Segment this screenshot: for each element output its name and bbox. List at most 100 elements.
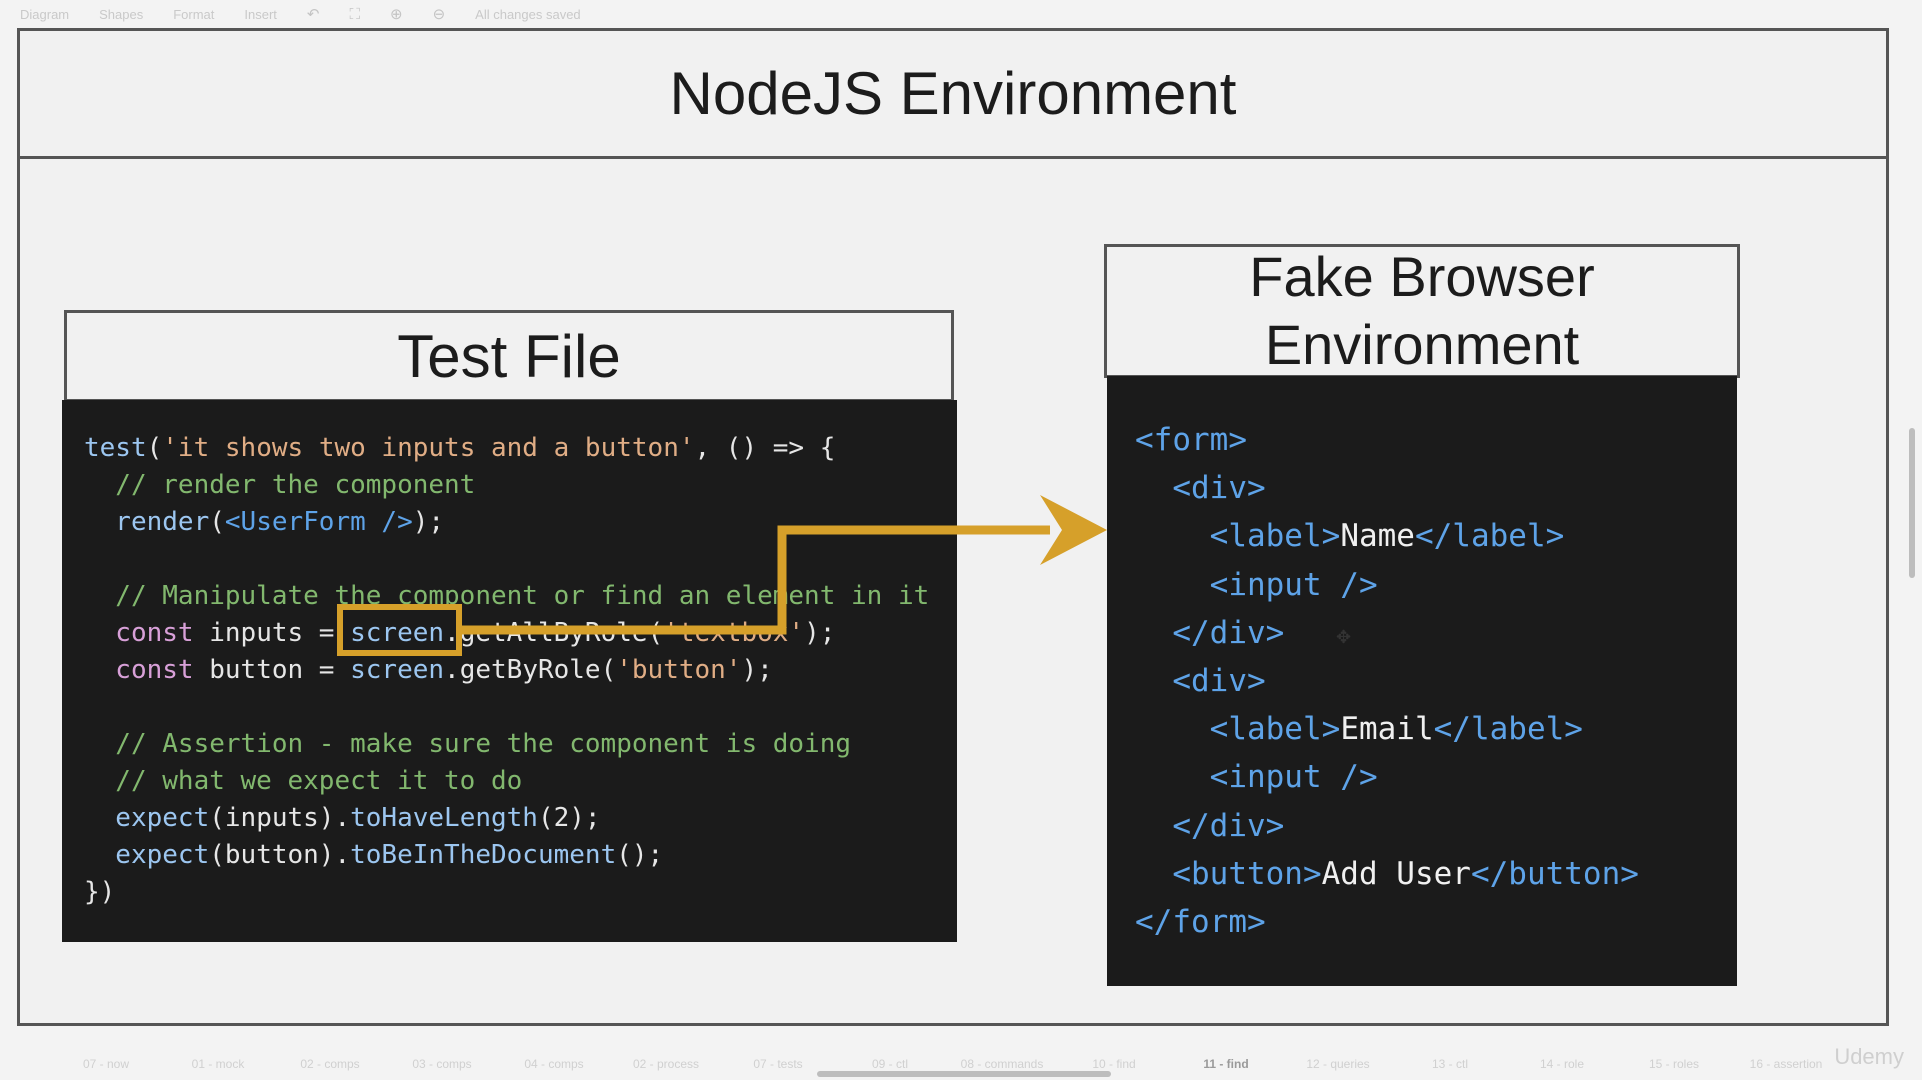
test_file-code-line: test('it shows two inputs and a button',…	[84, 430, 957, 467]
code-token: // what we expect it to do	[84, 766, 523, 796]
fake_browser-code-line: <label>Name</label>	[1135, 512, 1737, 560]
fake-browser-title-line1: Fake Browser	[1249, 245, 1595, 308]
fake-browser-title-box: Fake Browser Environment	[1104, 244, 1740, 378]
page-tab[interactable]: 01 - mock	[162, 1057, 274, 1071]
fake-browser-code-block: <form> <div> <label>Name</label> <input …	[1107, 376, 1737, 986]
code-token: toHaveLength	[350, 803, 538, 833]
code-token: </div>	[1135, 614, 1285, 651]
page-tab[interactable]: 09 - ctl	[834, 1057, 946, 1071]
page-tab[interactable]: 08 - commands	[946, 1057, 1058, 1071]
nodejs-environment-header: NodeJS Environment	[20, 31, 1886, 159]
code-token: 'it shows two inputs and a button'	[162, 433, 695, 463]
code-token: Name	[1340, 518, 1415, 555]
test-file-title: Test File	[397, 322, 621, 390]
code-token: inputs =	[193, 618, 351, 648]
fake_browser-code-line: <button>Add User</button>	[1135, 850, 1737, 898]
code-token: // Assertion - make sure the component i…	[84, 729, 852, 759]
code-token: })	[84, 877, 116, 907]
test_file-code-line: expect(inputs).toHaveLength(2);	[84, 800, 957, 837]
code-token: test	[84, 433, 147, 463]
test_file-code-line	[84, 541, 957, 578]
code-token: (	[209, 507, 225, 537]
horizontal-scrollbar[interactable]	[817, 1071, 1111, 1077]
code-token: <button>	[1135, 855, 1322, 892]
code-token: (button).	[209, 840, 351, 870]
code-token: Add User	[1321, 855, 1471, 892]
code-token: </button>	[1470, 855, 1639, 892]
test_file-code-line: // Manipulate the component or find an e…	[84, 578, 957, 615]
code-token: <UserForm />	[224, 507, 413, 537]
page-tab[interactable]: 02 - comps	[274, 1057, 386, 1071]
code-token: (	[146, 433, 163, 463]
test_file-code-line	[84, 689, 957, 726]
code-token: <div>	[1135, 663, 1266, 700]
page-tab[interactable]: 15 - roles	[1618, 1057, 1730, 1071]
fake_browser-code-line: <input />	[1135, 753, 1737, 801]
code-token: ();	[616, 840, 664, 870]
fake_browser-code-line: <form>	[1135, 416, 1737, 464]
toolbar-diagram-menu[interactable]: Diagram	[20, 7, 69, 22]
code-token: <input />	[1135, 759, 1378, 796]
code-token: <label>	[1135, 711, 1341, 748]
fake_browser-code-line: <div>	[1135, 657, 1737, 705]
test_file-code-line: render(<UserForm />);	[84, 504, 957, 541]
page-tab[interactable]: 16 - assertion	[1730, 1057, 1842, 1071]
fake_browser-code-line: <input />	[1135, 561, 1737, 609]
code-token: render	[84, 507, 210, 537]
fullscreen-icon[interactable]: ⛶	[349, 6, 360, 23]
page-tab[interactable]: 10 - find	[1058, 1057, 1170, 1071]
page-tab[interactable]: 02 - process	[610, 1057, 722, 1071]
code-token: <div>	[1135, 470, 1266, 507]
fake_browser-code-line: </form>	[1135, 898, 1737, 946]
fake-browser-title-line2: Environment	[1264, 313, 1580, 376]
udemy-watermark: Udemy	[1834, 1044, 1904, 1069]
page-tab[interactable]: 07 - now	[50, 1057, 162, 1071]
page-title: NodeJS Environment	[669, 60, 1237, 127]
toolbar-format-menu[interactable]: Format	[173, 7, 214, 22]
undo-icon[interactable]: ↶	[307, 5, 320, 23]
page-tab[interactable]: 04 - comps	[498, 1057, 610, 1071]
code-token: 'textbox'	[663, 618, 805, 648]
code-token: expect	[84, 803, 210, 833]
test_file-code-line: const inputs = screen.getAllByRole('text…	[84, 615, 957, 652]
code-token: const	[84, 655, 194, 685]
test-file-title-box: Test File	[64, 310, 954, 402]
zoom-out-icon[interactable]: ⊖	[433, 5, 446, 23]
code-token: , () => {	[694, 433, 836, 463]
page-tab[interactable]: 07 - tests	[722, 1057, 834, 1071]
test_file-code-line: expect(button).toBeInTheDocument();	[84, 837, 957, 874]
toolbar-shapes-menu[interactable]: Shapes	[99, 7, 143, 22]
fake_browser-code-line: <div>	[1135, 464, 1737, 512]
page-tab[interactable]: 13 - ctl	[1394, 1057, 1506, 1071]
code-token: .getByRole(	[444, 655, 617, 685]
test_file-code-line: // what we expect it to do	[84, 763, 957, 800]
code-token: <form>	[1135, 422, 1247, 458]
code-token: // render the component	[84, 470, 476, 500]
vertical-scrollbar[interactable]	[1909, 428, 1915, 578]
code-token: );	[741, 655, 773, 685]
code-token: </div>	[1135, 807, 1285, 844]
code-token: const	[84, 618, 194, 648]
test_file-code-line: // Assertion - make sure the component i…	[84, 726, 957, 763]
code-token: </label>	[1433, 711, 1583, 748]
test_file-code-line: const button = screen.getByRole('button'…	[84, 652, 957, 689]
zoom-in-icon[interactable]: ⊕	[390, 5, 403, 23]
code-token: .getAllByRole(	[444, 618, 664, 648]
page-tab[interactable]: 12 - queries	[1282, 1057, 1394, 1071]
code-token: <input />	[1135, 566, 1378, 603]
test_file-code-line: // render the component	[84, 467, 957, 504]
code-token: // Manipulate the component or find an e…	[84, 581, 930, 611]
test-file-code-block: test('it shows two inputs and a button',…	[62, 400, 957, 942]
screen-highlight-box	[337, 604, 462, 656]
code-token: </label>	[1414, 518, 1565, 555]
toolbar-insert-menu[interactable]: Insert	[244, 7, 277, 22]
page-tab[interactable]: 14 - role	[1506, 1057, 1618, 1071]
page-tab[interactable]: 03 - comps	[386, 1057, 498, 1071]
code-token: (2);	[537, 803, 601, 833]
test_file-code-line: })	[84, 874, 957, 911]
page-tab[interactable]: 11 - find	[1170, 1057, 1282, 1071]
toolbar: Diagram Shapes Format Insert ↶ ⛶ ⊕ ⊖ All…	[0, 0, 1922, 28]
code-token: 'button'	[616, 655, 742, 685]
code-token: expect	[84, 840, 210, 870]
code-token: (inputs).	[209, 803, 351, 833]
